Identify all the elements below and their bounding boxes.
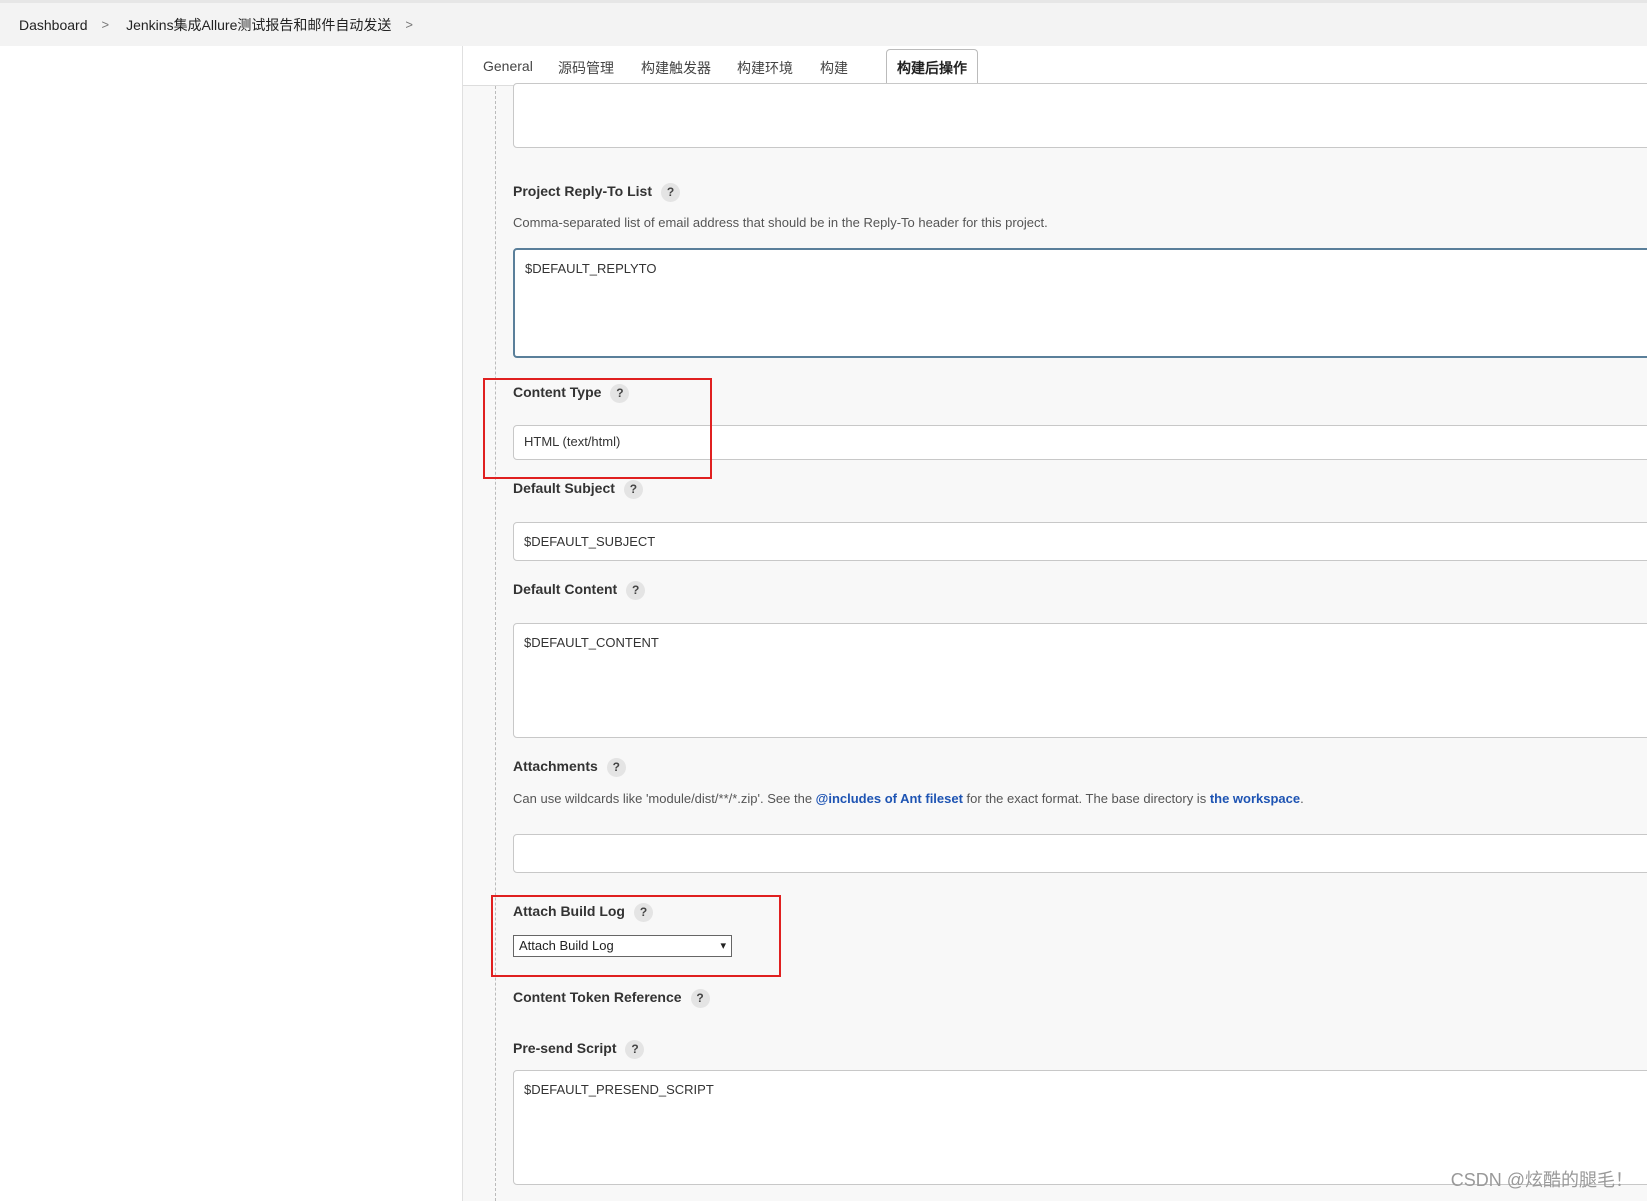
help-icon[interactable]: ? [623,480,643,499]
help-icon[interactable]: ? [690,989,710,1008]
attachments-description: Can use wildcards like 'module/dist/**/*… [513,791,1304,806]
section-guide-line [495,86,496,1201]
default-subject-input[interactable]: $DEFAULT_SUBJECT [513,522,1647,561]
tab-build[interactable]: 构建 [820,58,848,78]
help-icon[interactable]: ? [606,758,626,777]
default-content-label: Default Content? [513,581,646,600]
config-tabs: General 源码管理 构建触发器 构建环境 构建 构建后操作 [463,46,1647,86]
reply-to-label: Project Reply-To List? [513,183,680,202]
tab-general[interactable]: General [483,58,533,74]
help-icon[interactable]: ? [625,1040,645,1059]
attachments-label: Attachments? [513,758,626,777]
highlight-box-content-type [483,378,712,479]
tab-triggers[interactable]: 构建触发器 [641,58,711,78]
ant-fileset-link[interactable]: @includes of Ant fileset [816,791,963,806]
pre-send-script-label: Pre-send Script? [513,1040,645,1059]
tab-scm[interactable]: 源码管理 [558,58,614,78]
chevron-right-icon[interactable]: > [405,17,413,32]
tab-post-build[interactable]: 构建后操作 [886,49,978,85]
highlight-box-attach-build-log [491,895,781,977]
breadcrumb-dashboard[interactable]: Dashboard [19,17,88,33]
breadcrumb-job[interactable]: Jenkins集成Allure测试报告和邮件自动发送 [126,15,391,35]
reply-to-description: Comma-separated list of email address th… [513,215,1048,230]
reply-to-textarea[interactable]: $DEFAULT_REPLYTO [513,248,1647,358]
default-content-textarea[interactable]: $DEFAULT_CONTENT [513,623,1647,738]
tab-build-env[interactable]: 构建环境 [737,58,793,78]
config-main: General 源码管理 构建触发器 构建环境 构建 构建后操作 Project… [463,46,1647,1201]
help-icon[interactable]: ? [660,183,680,202]
content-token-reference-label: Content Token Reference? [513,989,710,1008]
workspace-link[interactable]: the workspace [1210,791,1300,806]
chevron-right-icon[interactable]: > [102,17,110,32]
sidebar [0,46,463,1201]
default-subject-label: Default Subject? [513,480,643,499]
attachments-input[interactable] [513,834,1647,873]
help-icon[interactable]: ? [626,581,646,600]
previous-textarea[interactable] [513,83,1647,148]
breadcrumb: Dashboard > Jenkins集成Allure测试报告和邮件自动发送 > [0,3,1647,46]
csdn-watermark: CSDN @炫酷的腿毛！ [1450,1170,1633,1190]
